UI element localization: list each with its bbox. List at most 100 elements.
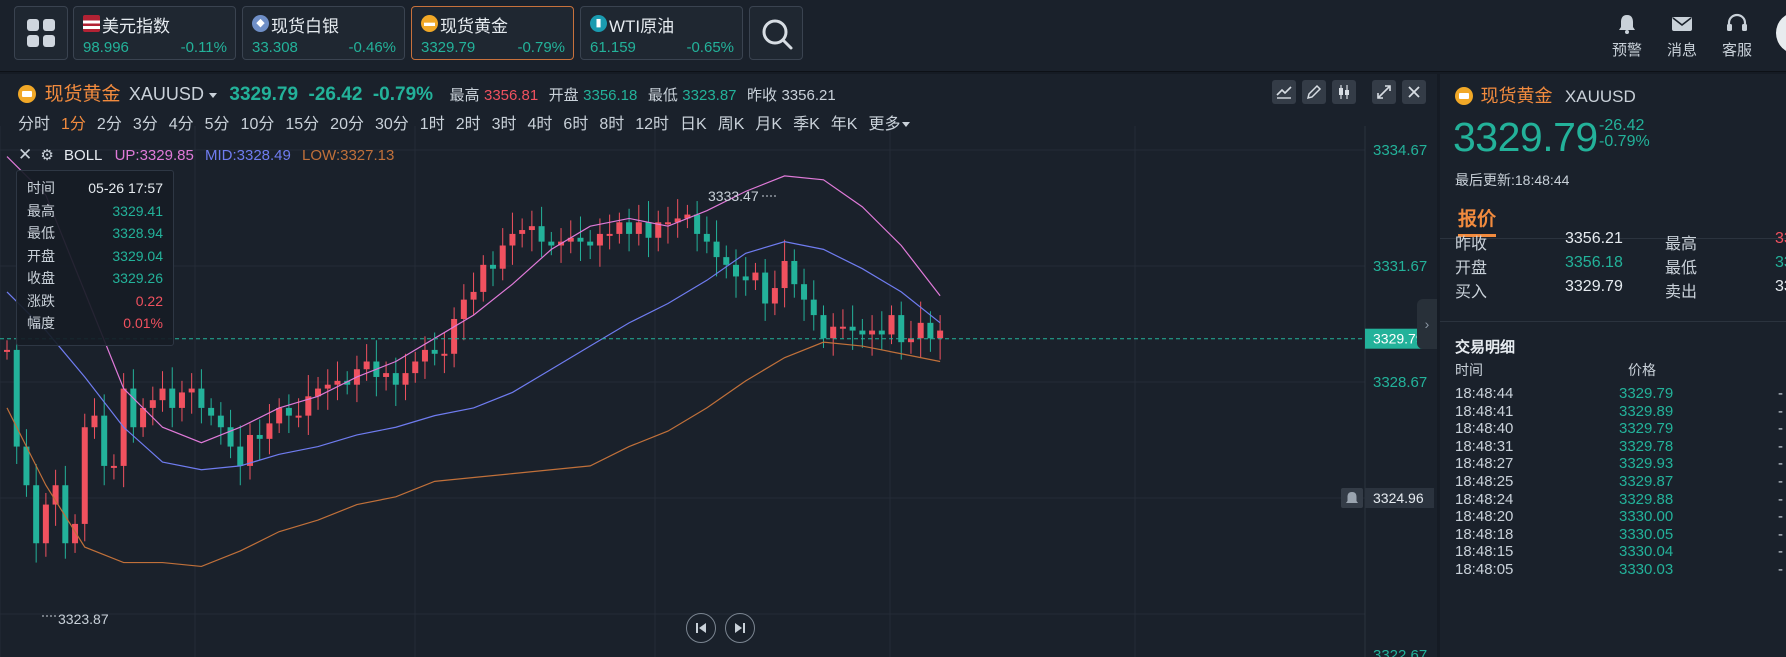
draw-tool-button[interactable] <box>1302 80 1326 104</box>
ticker-card-gold[interactable]: ▬ 现货黄金 3329.79 -0.79% <box>411 6 574 60</box>
tab-period-21[interactable]: 年K <box>831 116 858 133</box>
min-price-annotation: 3323.87 <box>58 611 109 627</box>
expand-side-panel-button[interactable]: › <box>1417 299 1437 349</box>
tab-quote[interactable]: 报价 <box>1458 204 1496 231</box>
stat-value: 3323.87 <box>1775 254 1786 271</box>
last-price: 3329.79 <box>229 84 299 105</box>
close-chart-button[interactable] <box>1402 80 1426 104</box>
trade-time: 18:48:20 <box>1455 508 1514 526</box>
ticker-card-dxy[interactable]: 美元指数 98.996 -0.11% <box>73 6 236 60</box>
service-button[interactable]: 客服 <box>1707 10 1767 60</box>
tooltip-close-label: 收盘 <box>27 270 55 286</box>
candle-body <box>519 230 526 234</box>
quote-panel: 现货黄金 XAUUSD 3329.79 -26.42 -0.79% 最后更新:1… <box>1440 74 1786 657</box>
chevron-down-icon[interactable] <box>901 122 910 127</box>
search-icon <box>762 19 793 50</box>
tab-period-5[interactable]: 5分 <box>205 116 230 133</box>
ticker-change: -0.79% <box>517 39 565 56</box>
tab-period-4[interactable]: 4分 <box>169 116 194 133</box>
stat-value: 3329.79 <box>1565 278 1623 295</box>
candle-body <box>839 326 846 329</box>
ticker-change: -0.65% <box>686 39 734 56</box>
tab-period-8[interactable]: 20分 <box>330 116 364 133</box>
trades-time-header: 时间 <box>1455 362 1483 378</box>
tab-period-7[interactable]: 15分 <box>285 116 319 133</box>
candle-body <box>888 315 895 335</box>
close-indicator-icon[interactable]: ✕ <box>18 145 32 164</box>
expand-icon <box>1377 85 1391 99</box>
tab-period-19[interactable]: 月K <box>755 116 782 133</box>
stat-value: 3356.81 <box>1775 230 1786 247</box>
gold-icon: ▬ <box>421 15 438 32</box>
tab-period-6[interactable]: 10分 <box>241 116 275 133</box>
trade-row: 18:48:05 3330.03 - <box>1455 561 1785 578</box>
candle-body <box>626 222 633 234</box>
search-button[interactable] <box>749 6 803 60</box>
scroll-end-button[interactable] <box>725 613 755 643</box>
tab-period-22[interactable]: 更多 <box>868 116 900 133</box>
tab-period-0[interactable]: 分时 <box>18 116 50 133</box>
tab-period-16[interactable]: 12时 <box>635 116 669 133</box>
trade-time: 18:48:18 <box>1455 525 1514 543</box>
price-change-pct: -0.79% <box>372 84 434 105</box>
avatar[interactable] <box>1776 12 1786 54</box>
candle-body <box>256 434 263 439</box>
candle-body <box>927 322 934 339</box>
trades-price-header: 价格 <box>1628 362 1656 378</box>
tab-period-14[interactable]: 6时 <box>563 116 588 133</box>
tooltip-pct-label: 幅度 <box>27 315 55 331</box>
trade-time: 18:48:05 <box>1455 561 1514 578</box>
candle-body <box>247 434 253 466</box>
tab-period-11[interactable]: 2时 <box>456 116 481 133</box>
tab-period-10[interactable]: 1时 <box>420 116 445 133</box>
bell-icon <box>1619 15 1635 34</box>
tab-period-18[interactable]: 周K <box>718 116 745 133</box>
tab-period-1[interactable]: 1分 <box>61 116 86 133</box>
candle-body <box>548 241 555 246</box>
candle-body <box>694 214 701 234</box>
boll-low-line <box>6 341 941 568</box>
chevron-down-icon[interactable] <box>208 93 217 98</box>
trade-price: 3330.04 <box>1619 543 1674 561</box>
open-label: 开盘 <box>548 87 579 104</box>
tab-period-20[interactable]: 季K <box>793 116 820 133</box>
tab-period-13[interactable]: 4时 <box>528 116 553 133</box>
trade-price: 3329.79 <box>1619 420 1674 438</box>
apps-menu-button[interactable] <box>14 6 68 60</box>
ticker-name: 现货白银 <box>271 17 339 36</box>
scroll-start-button[interactable] <box>686 613 716 643</box>
trade-price: 3329.88 <box>1619 490 1674 508</box>
tab-period-2[interactable]: 2分 <box>97 116 122 133</box>
tooltip-close: 3329.26 <box>112 270 163 286</box>
settings-icon[interactable]: ⚙ <box>40 147 53 164</box>
ticker-name: WTI原油 <box>609 17 675 36</box>
trade-time: 18:48:44 <box>1455 385 1514 402</box>
tab-period-12[interactable]: 3时 <box>492 116 517 133</box>
candle-body <box>480 264 487 292</box>
tooltip-chg: 0.22 <box>135 292 163 309</box>
candle-body <box>859 330 866 335</box>
ticker-card-silver[interactable]: ◆ 现货白银 33.308 -0.46% <box>242 6 405 60</box>
close-icon <box>1408 86 1420 98</box>
candle-body <box>830 326 837 339</box>
candle-tooltip: 时间 05-26 17:57 最高 3329.41 最低 3328.94 开盘 3329… <box>16 170 174 346</box>
tab-period-9[interactable]: 30分 <box>375 116 409 133</box>
boll-up-value: UP:3329.85 <box>114 147 194 164</box>
low-value: 3323.87 <box>682 87 737 104</box>
tooltip-time-label: 时间 <box>27 180 55 196</box>
candle-body <box>421 349 428 362</box>
prev-close-value: 3356.21 <box>781 87 836 104</box>
candle-type-button[interactable] <box>1332 80 1356 104</box>
ticker-price: 61.159 <box>590 39 636 56</box>
tab-period-3[interactable]: 3分 <box>133 116 158 133</box>
tab-period-15[interactable]: 8时 <box>599 116 624 133</box>
ticker-card-oil[interactable]: ▮ WTI原油 61.159 -0.65% <box>580 6 743 60</box>
alert-button[interactable]: 预警 <box>1597 10 1657 60</box>
tab-period-17[interactable]: 日K <box>680 116 707 133</box>
fullscreen-button[interactable] <box>1372 80 1396 104</box>
line-tool-button[interactable] <box>1272 80 1296 104</box>
candle-body <box>33 485 40 544</box>
symbol-selector[interactable]: XAUUSD <box>129 84 204 104</box>
trade-time: 18:48:31 <box>1455 437 1514 455</box>
message-button[interactable]: 消息 <box>1652 10 1712 60</box>
